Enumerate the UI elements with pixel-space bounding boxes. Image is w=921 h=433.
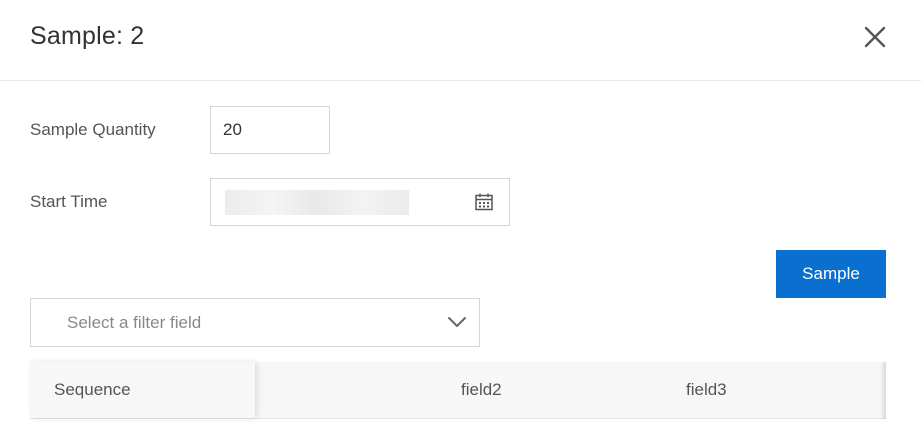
close-button[interactable]: [860, 22, 890, 52]
start-time-label: Start Time: [30, 192, 108, 211]
sample-quantity-input[interactable]: [210, 106, 330, 154]
start-time-picker[interactable]: [210, 178, 510, 226]
column-header-field3[interactable]: field3: [686, 380, 727, 400]
table-header-row: field1 field2 field3 Sequence: [30, 362, 886, 419]
filter-field-placeholder: Select a filter field: [67, 313, 202, 332]
table-scroll-shadow: [880, 362, 886, 419]
filter-field-select[interactable]: Select a filter field: [30, 298, 480, 347]
column-header-sequence[interactable]: Sequence: [54, 380, 131, 400]
sample-quantity-label: Sample Quantity: [30, 120, 156, 139]
dialog-header: Sample: 2: [0, 0, 921, 81]
start-time-value: [225, 190, 409, 215]
dialog-title: Sample: 2: [30, 22, 145, 50]
column-header-field2[interactable]: field2: [461, 380, 502, 400]
chevron-down-icon: [448, 317, 466, 327]
calendar-icon[interactable]: [474, 192, 494, 212]
sample-button[interactable]: Sample: [776, 250, 886, 298]
sample-dialog: Sample: 2 Sample Quantity Start Time Sam…: [0, 0, 921, 433]
sticky-column-sequence: Sequence: [30, 362, 255, 418]
close-icon: [864, 26, 886, 48]
